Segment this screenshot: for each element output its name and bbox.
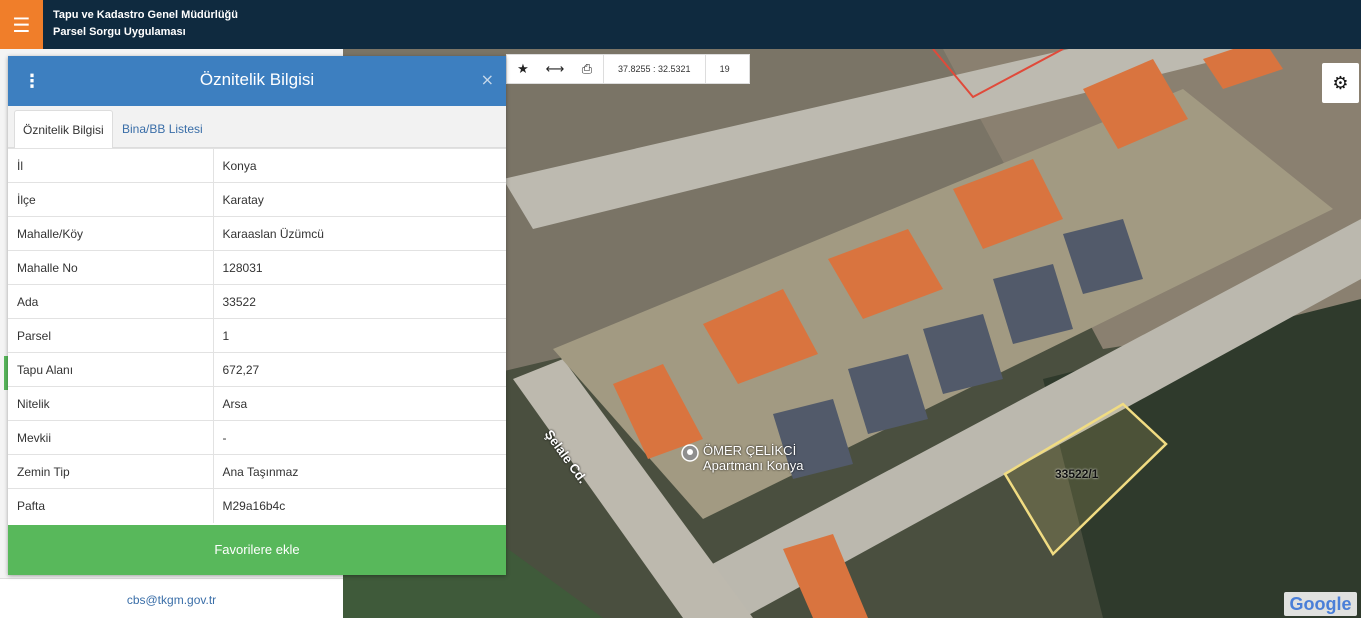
tab-attribute-info[interactable]: Öznitelik Bilgisi [14, 110, 113, 148]
close-icon: × [480, 70, 494, 89]
map-toolbar: ★ ⟷ ⎙ 37.8255 : 32.5321 19 [506, 54, 750, 84]
favorite-star-button[interactable]: ★ [507, 54, 539, 84]
app-title-line1: Tapu ve Kadastro Genel Müdürlüğü [53, 9, 238, 21]
row-value: 33522 [213, 284, 506, 319]
table-row: Mevkii - [8, 420, 506, 455]
table-row: İlçe Karatay [8, 182, 506, 217]
table-row: İl Konya [8, 148, 506, 183]
google-logo-text: Google [1289, 593, 1352, 614]
parcel-label: 33522/1 [1055, 467, 1099, 481]
poi-label[interactable]: ÖMER ÇELİKCİ Apartmanı Konya [703, 443, 803, 473]
row-key: Pafta [8, 488, 214, 523]
table-row: Mahalle/Köy Karaaslan Üzümcü [8, 216, 506, 251]
table-row: Tapu Alanı 672,27 [8, 352, 506, 387]
hamburger-menu-button[interactable]: ☰ [0, 0, 43, 49]
row-key: Zemin Tip [8, 454, 214, 489]
row-value: 1 [213, 318, 506, 353]
row-value: 672,27 [213, 352, 506, 387]
row-value: Karaaslan Üzümcü [213, 216, 506, 251]
panel-tabs: Öznitelik Bilgisi Bina/BB Listesi [8, 106, 506, 148]
star-icon: ★ [517, 61, 529, 77]
measure-button[interactable]: ⟷ [539, 54, 571, 84]
row-key: Mahalle No [8, 250, 214, 285]
gear-icon: ⚙ [1332, 72, 1349, 94]
row-value: M29a16b4c [213, 488, 506, 523]
table-row: Ada 33522 [8, 284, 506, 319]
row-key: Mevkii [8, 420, 214, 455]
table-row: Nitelik Arsa [8, 386, 506, 421]
menu-icon: ☰ [12, 12, 31, 37]
table-row: Parsel 1 [8, 318, 506, 353]
app-title: Tapu ve Kadastro Genel Müdürlüğü Parsel … [53, 7, 238, 41]
top-bar: ☰ Tapu ve Kadastro Genel Müdürlüğü Parse… [0, 0, 1361, 49]
measure-arrows-icon: ⟷ [545, 61, 565, 77]
row-key: İl [8, 148, 214, 183]
print-icon: ⎙ [581, 61, 593, 77]
coordinates-readout: 37.8255 : 32.5321 [603, 54, 706, 84]
row-key: Ada [8, 284, 214, 319]
attribute-table: İl Konya İlçe Karatay Mahalle/Köy Karaaslan… [8, 148, 506, 523]
row-value: - [213, 420, 506, 455]
table-row: Mahalle No 128031 [8, 250, 506, 285]
row-key: İlçe [8, 182, 214, 217]
row-value: Karatay [213, 182, 506, 217]
row-value: Ana Taşınmaz [213, 454, 506, 489]
zoom-level-readout: 19 [719, 64, 730, 74]
row-value: Konya [213, 148, 506, 183]
panel-close-button[interactable]: × [481, 70, 494, 89]
attribute-panel: ⋮ Öznitelik Bilgisi × Öznitelik Bilgisi … [8, 56, 506, 575]
panel-header: ⋮ Öznitelik Bilgisi × [8, 56, 506, 106]
row-key: Tapu Alanı [8, 352, 214, 387]
print-button[interactable]: ⎙ [571, 54, 603, 84]
row-key: Parsel [8, 318, 214, 353]
row-value: 128031 [213, 250, 506, 285]
add-to-favorites-button[interactable]: Favorilere ekle [8, 525, 506, 575]
table-row: Pafta M29a16b4c [8, 488, 506, 523]
app-title-line2: Parsel Sorgu Uygulaması [53, 26, 186, 38]
settings-button[interactable]: ⚙ [1322, 63, 1359, 103]
panel-title: Öznitelik Bilgisi [199, 70, 315, 89]
poi-label-line2: Apartmanı Konya [703, 458, 804, 473]
poi-label-line1: ÖMER ÇELİKCİ [703, 443, 797, 458]
google-logo: Google [1284, 592, 1357, 616]
contact-email-link[interactable]: cbs@tkgm.gov.tr [0, 578, 343, 618]
table-row: Zemin Tip Ana Taşınmaz [8, 454, 506, 489]
tab-building-list[interactable]: Bina/BB Listesi [114, 110, 211, 148]
row-key: Nitelik [8, 386, 214, 421]
row-value: Arsa [213, 386, 506, 421]
row-key: Mahalle/Köy [8, 216, 214, 251]
